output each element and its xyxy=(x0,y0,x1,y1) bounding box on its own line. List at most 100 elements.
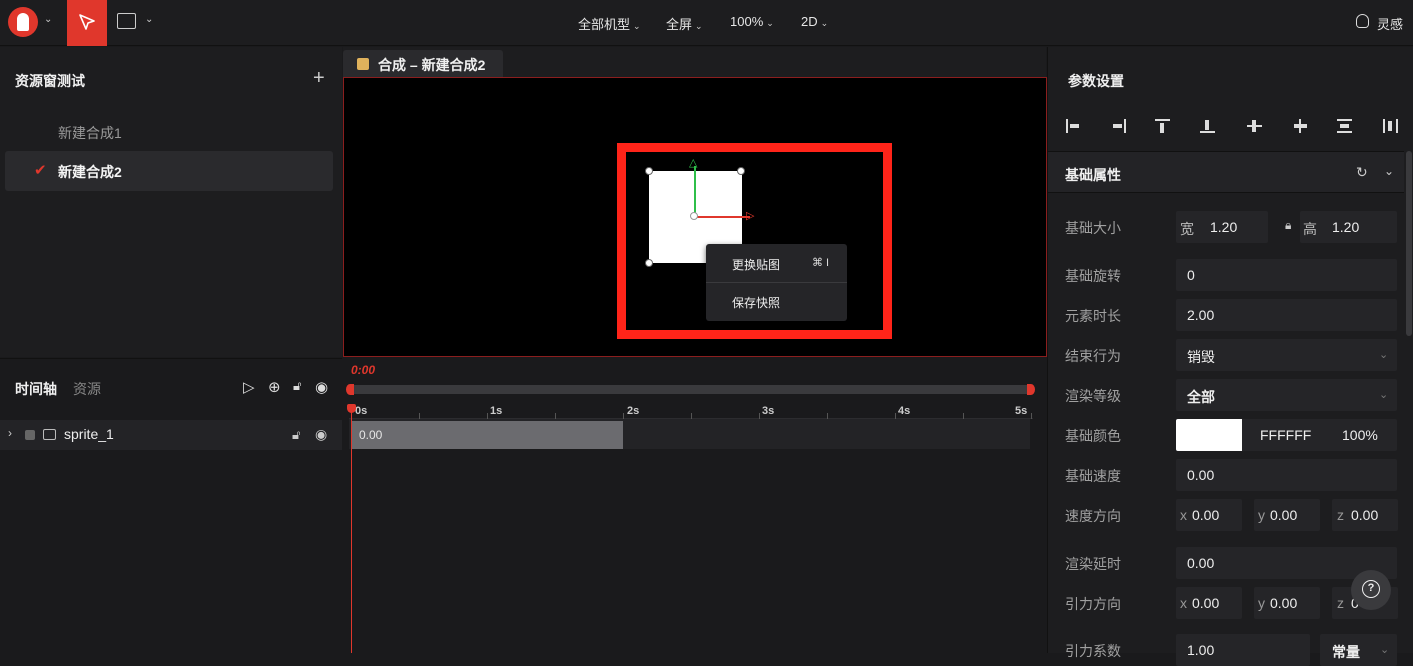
lock-icon[interactable]: 🔓︎ xyxy=(292,427,300,443)
asset-item-label: 新建合成2 xyxy=(58,164,122,180)
timeline-area[interactable]: 0:00 0s 1s 2s 3s 4s 5s 0.00 xyxy=(343,358,1046,653)
align-vertical-center-icon[interactable] xyxy=(1247,119,1262,133)
play-icon[interactable]: ▷ xyxy=(243,378,255,396)
arrow-up-icon[interactable]: △ xyxy=(689,156,697,169)
gravity-mode-select[interactable]: 常量 ⌄ xyxy=(1320,634,1397,666)
playhead-handle[interactable] xyxy=(347,404,356,413)
app-logo-button[interactable] xyxy=(8,7,38,37)
help-icon: ? xyxy=(1362,580,1380,598)
lock-icon[interactable]: 🔓︎ xyxy=(293,378,301,394)
prop-label-end-behavior: 结束行为 xyxy=(1065,348,1121,364)
color-field[interactable]: FFFFFF 100% xyxy=(1176,419,1397,451)
reset-icon[interactable]: ↻ xyxy=(1356,164,1368,181)
resize-handle[interactable] xyxy=(737,167,745,175)
width-value: 1.20 xyxy=(1210,219,1238,235)
chevron-down-icon[interactable]: ⌄ xyxy=(145,14,153,25)
asset-item-composition-2[interactable]: ✔ 新建合成2 xyxy=(5,151,333,191)
speed-field[interactable]: 0.00 xyxy=(1176,459,1397,491)
tab-resources[interactable]: 资源 xyxy=(73,379,101,399)
end-behavior-select[interactable]: 销毁 ⌄ xyxy=(1176,339,1397,371)
rotation-value: 0 xyxy=(1187,267,1195,283)
help-button[interactable]: ? xyxy=(1351,570,1391,610)
render-level-select[interactable]: 全部 ⌄ xyxy=(1176,379,1397,411)
menu-item-save-snapshot[interactable]: 保存快照 xyxy=(732,294,780,311)
width-field[interactable]: 宽 1.20 xyxy=(1176,211,1268,243)
select-tool-button[interactable] xyxy=(67,0,107,46)
asset-item-composition-1[interactable]: 新建合成1 xyxy=(58,123,122,143)
scroll-handle-left[interactable] xyxy=(346,384,354,395)
gravity-y-field[interactable]: y 0.00 xyxy=(1254,587,1320,619)
panel-scrollbar[interactable] xyxy=(1406,151,1412,336)
timeline-clip[interactable]: 0.00 xyxy=(352,421,623,449)
image-tool-icon[interactable] xyxy=(117,13,136,29)
x-axis-gizmo[interactable] xyxy=(695,216,750,218)
time-ruler[interactable]: 0s 1s 2s 3s 4s 5s xyxy=(349,403,1033,419)
gravity-y-value: 0.00 xyxy=(1270,595,1298,611)
resize-handle[interactable] xyxy=(645,167,653,175)
playhead[interactable] xyxy=(351,407,352,653)
speed-y-field[interactable]: y 0.00 xyxy=(1254,499,1320,531)
clip-label: 0.00 xyxy=(359,428,383,442)
height-prefix: 高 xyxy=(1303,221,1317,237)
y-axis-gizmo[interactable] xyxy=(694,166,696,215)
align-top-icon[interactable] xyxy=(1155,119,1170,133)
mode-select[interactable]: 2D ⌄ xyxy=(801,14,828,29)
gravity-coef-field[interactable]: 1.00 xyxy=(1176,634,1310,666)
lightbulb-icon[interactable] xyxy=(1356,14,1369,28)
properties-panel-title: 参数设置 xyxy=(1068,73,1124,89)
scroll-handle-right[interactable] xyxy=(1027,384,1035,395)
gravity-x-field[interactable]: x 0.00 xyxy=(1176,587,1242,619)
current-time: 0:00 xyxy=(351,363,376,377)
chevron-right-icon[interactable]: › xyxy=(8,426,12,440)
align-horizontal-center-icon[interactable] xyxy=(1293,119,1308,133)
prop-label-gravity-direction: 引力方向 xyxy=(1065,596,1121,612)
tab-timeline[interactable]: 时间轴 xyxy=(15,379,57,399)
track-row[interactable]: › sprite_1 🔓︎ ◉ xyxy=(0,420,342,450)
menu-item-replace-texture[interactable]: 更换贴图 xyxy=(732,256,780,273)
preview-canvas[interactable]: △ ▷ 更换贴图 ⌘ I 保存快照 xyxy=(343,77,1047,357)
prop-label-speed-direction: 速度方向 xyxy=(1065,508,1121,524)
rotation-field[interactable]: 0 xyxy=(1176,259,1397,291)
eye-icon[interactable]: ◉ xyxy=(315,426,327,443)
lock-ratio-icon[interactable]: 🔒︎ xyxy=(1285,218,1291,233)
align-right-icon[interactable] xyxy=(1111,119,1126,133)
resize-handle[interactable] xyxy=(645,259,653,267)
add-track-icon[interactable]: ⊕ xyxy=(268,378,281,396)
speed-x-field[interactable]: x 0.00 xyxy=(1176,499,1242,531)
arrow-right-icon[interactable]: ▷ xyxy=(746,209,754,222)
color-opacity: 100% xyxy=(1342,427,1378,443)
zoom-select[interactable]: 100% ⌄ xyxy=(730,14,774,29)
tick-label: 5s xyxy=(1015,405,1028,417)
distribute-horizontal-icon[interactable] xyxy=(1383,119,1398,133)
gravity-mode-value: 常量 xyxy=(1332,644,1360,660)
device-select[interactable]: 全部机型 ⌄ xyxy=(578,14,641,33)
tab-label: 合成 – 新建合成2 xyxy=(378,57,486,73)
tab-composition[interactable]: 合成 – 新建合成2 xyxy=(343,50,503,77)
eye-icon[interactable]: ◉ xyxy=(315,378,328,396)
basic-properties-header[interactable]: 基础属性 ↻ ⌄ xyxy=(1048,151,1404,193)
context-menu: 更换贴图 ⌘ I 保存快照 xyxy=(706,244,847,321)
align-bottom-icon[interactable] xyxy=(1200,119,1215,133)
gizmo-center[interactable] xyxy=(690,212,698,220)
timeline-scrollbar[interactable] xyxy=(349,385,1033,394)
track-color-icon xyxy=(25,430,35,440)
align-left-icon[interactable] xyxy=(1066,119,1081,133)
speed-z-field[interactable]: z 0.00 xyxy=(1332,499,1398,531)
prop-label-duration: 元素时长 xyxy=(1065,308,1121,324)
prop-label-gravity-coef: 引力系数 xyxy=(1065,643,1121,659)
track-name: sprite_1 xyxy=(64,426,114,442)
prop-label-render-delay: 渲染延时 xyxy=(1065,556,1121,572)
chevron-down-icon[interactable]: ⌄ xyxy=(1384,164,1394,178)
duration-field[interactable]: 2.00 xyxy=(1176,299,1397,331)
height-field[interactable]: 高 1.20 xyxy=(1300,211,1397,243)
distribute-vertical-icon[interactable] xyxy=(1337,119,1352,133)
chevron-down-icon[interactable]: ⌄ xyxy=(44,14,52,25)
add-icon[interactable]: + xyxy=(313,67,325,90)
render-delay-value: 0.00 xyxy=(1187,555,1215,571)
prop-label-size: 基础大小 xyxy=(1065,220,1121,236)
render-level-value: 全部 xyxy=(1187,389,1215,405)
screen-select-label: 全屏 xyxy=(666,17,693,32)
color-swatch[interactable] xyxy=(1176,419,1242,451)
screen-select[interactable]: 全屏 ⌄ xyxy=(666,14,703,33)
inspire-button[interactable]: 灵感 xyxy=(1377,14,1403,33)
